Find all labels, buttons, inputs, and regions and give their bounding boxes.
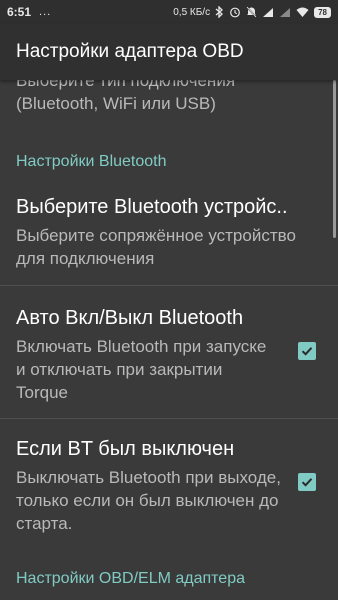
select-device-summary: Выберите сопряжённое устройство для подк…: [16, 226, 296, 268]
check-icon: [301, 478, 313, 487]
category-bluetooth: Настройки Bluetooth: [16, 153, 167, 170]
category-obd-elm: Настройки OBD/ELM адаптера: [16, 570, 245, 587]
bt-was-off-title: Если BT был выключен: [16, 438, 235, 460]
auto-bluetooth-checkbox[interactable]: [298, 342, 316, 360]
settings-list[interactable]: Выберите тип подключения (Bluetooth, WiF…: [0, 80, 338, 600]
wifi-icon: [296, 7, 309, 17]
auto-bluetooth-summary: Включать Bluetooth при запуске и отключа…: [16, 337, 267, 402]
signal-icon-2: [279, 7, 291, 18]
network-speed: 0,5 КБ/с: [173, 6, 211, 18]
bt-was-off-checkbox[interactable]: [298, 473, 316, 491]
auto-bluetooth-title: Авто Вкл/Выкл Bluetooth: [16, 307, 244, 329]
app-bar: Настройки адаптера OBD: [0, 24, 338, 80]
alarm-icon: [229, 6, 241, 18]
signal-icon: [262, 7, 274, 18]
select-device-title: Выберите Bluetooth устройс..: [16, 196, 288, 218]
connection-type-summary: Выберите тип подключения (Bluetooth, WiF…: [16, 80, 236, 113]
battery-icon: 78: [314, 6, 331, 18]
status-notification-dots: ...: [39, 6, 52, 18]
check-icon: [301, 347, 313, 356]
bt-was-off-summary: Выключать Bluetooth при выходе, только е…: [16, 468, 281, 533]
page-title: Настройки адаптера OBD: [16, 41, 244, 62]
scrollbar[interactable]: [333, 80, 336, 238]
bluetooth-icon: [215, 6, 224, 18]
status-time: 6:51: [7, 5, 32, 19]
silent-icon: [246, 6, 257, 18]
status-bar: 6:51 ... 0,5 КБ/с 78: [0, 0, 338, 24]
